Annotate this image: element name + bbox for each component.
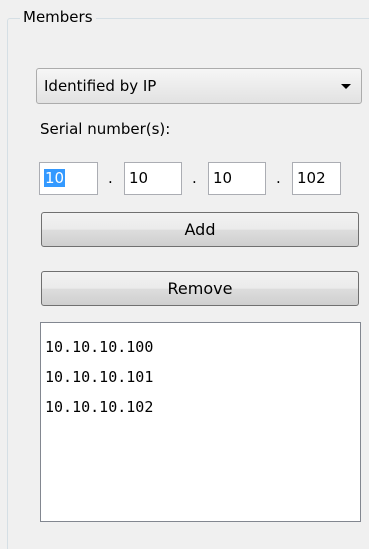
remove-button[interactable]: Remove xyxy=(41,271,359,306)
list-item[interactable]: 10.10.10.102 xyxy=(45,392,360,422)
ip-octet-2-input[interactable]: 10 xyxy=(124,162,182,195)
ip-separator-2: . xyxy=(192,169,197,187)
ip-octet-3-input[interactable]: 10 xyxy=(208,162,266,195)
ip-octet-1-input[interactable]: 10 xyxy=(39,162,98,195)
ip-octet-4-input[interactable]: 102 xyxy=(292,162,341,195)
identify-mode-select[interactable]: Identified by IP xyxy=(36,68,362,104)
ip-octet-1-selected-text: 10 xyxy=(44,169,66,187)
list-item[interactable]: 10.10.10.100 xyxy=(45,332,360,362)
members-listbox[interactable]: 10.10.10.100 10.10.10.101 10.10.10.102 xyxy=(40,322,361,522)
chevron-down-icon[interactable] xyxy=(341,84,351,89)
group-title: Members xyxy=(20,7,96,27)
serial-number-label: Serial number(s): xyxy=(40,120,171,138)
add-button[interactable]: Add xyxy=(41,212,359,247)
list-item[interactable]: 10.10.10.101 xyxy=(45,362,360,392)
identify-mode-value: Identified by IP xyxy=(44,77,157,95)
ip-separator-1: . xyxy=(108,169,113,187)
ip-separator-3: . xyxy=(276,169,281,187)
members-panel: Members Identified by IP Serial number(s… xyxy=(0,0,369,549)
